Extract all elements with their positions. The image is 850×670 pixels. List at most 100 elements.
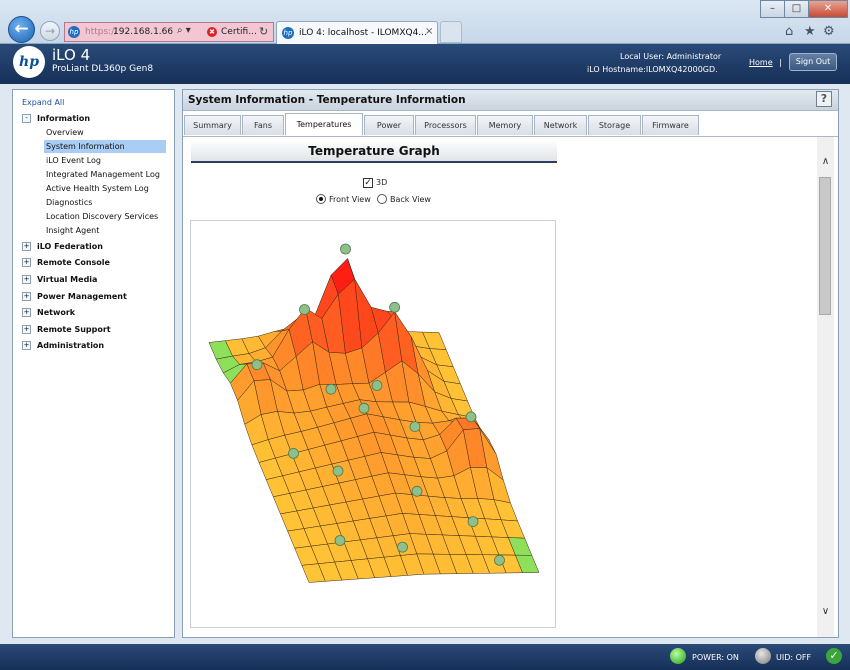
sensor-marker[interactable] — [411, 485, 423, 497]
sidebar-item-diagnostics[interactable]: Diagnostics — [46, 198, 92, 207]
favorites-icon[interactable]: ★ — [804, 24, 816, 39]
sensor-marker[interactable] — [325, 383, 337, 395]
sensor-marker[interactable] — [371, 380, 383, 391]
vertical-scrollbar[interactable]: ∧ ∨ — [817, 137, 834, 637]
sensor-marker[interactable] — [409, 421, 421, 433]
sidebar-item-overview[interactable]: Overview — [46, 128, 84, 137]
home-link[interactable]: Home — [749, 58, 773, 67]
tab-storage[interactable]: Storage — [588, 115, 641, 135]
sidebar-section-network[interactable]: + Network — [22, 308, 75, 317]
temperature-graph[interactable] — [190, 220, 556, 628]
expand-icon[interactable]: + — [22, 275, 31, 284]
sidebar-section-label: Virtual Media — [37, 275, 98, 284]
sensor-marker[interactable] — [299, 304, 310, 315]
expand-icon[interactable]: + — [22, 341, 31, 350]
hp-favicon-icon: hp — [68, 26, 80, 38]
tab-processors[interactable]: Processors — [415, 115, 476, 135]
sensor-marker[interactable] — [334, 535, 346, 546]
hp-favicon-icon: hp — [282, 27, 294, 39]
uid-led-icon[interactable] — [755, 648, 771, 664]
expand-icon[interactable]: + — [22, 325, 31, 334]
sensor-marker[interactable] — [288, 447, 299, 459]
sidebar-section-power-management[interactable]: + Power Management — [22, 292, 127, 301]
browser-tab[interactable]: hp iLO 4: localhost - ILOMXQ4... × — [276, 21, 438, 44]
front-view-radio[interactable] — [316, 194, 326, 204]
ilo-hostname: iLO Hostname:ILOMXQ42000GD. — [587, 65, 718, 74]
close-window-button[interactable]: ✕ — [808, 0, 848, 18]
sidebar-item-integrated-management-log[interactable]: Integrated Management Log — [46, 170, 160, 179]
tab-temperatures[interactable]: Temperatures — [285, 113, 363, 135]
help-button[interactable]: ? — [816, 91, 832, 107]
sidebar-section-virtual-media[interactable]: + Virtual Media — [22, 275, 97, 284]
certificate-error-label[interactable]: Certifi... — [221, 27, 257, 37]
temperature-surface-3d — [208, 243, 540, 583]
gear-icon[interactable]: ⚙ — [823, 24, 835, 39]
sidebar-item-ilo-event-log[interactable]: iLO Event Log — [46, 156, 101, 165]
scroll-up-icon[interactable]: ∧ — [817, 153, 834, 171]
sidebar-item-system-information[interactable]: System Information — [44, 140, 166, 153]
minimize-button[interactable]: – — [760, 0, 785, 18]
sensor-marker[interactable] — [465, 411, 477, 423]
tab-close-icon[interactable]: × — [425, 26, 433, 37]
expand-icon[interactable]: + — [22, 242, 31, 251]
scroll-down-icon[interactable]: ∨ — [817, 603, 834, 621]
back-view-radio[interactable] — [377, 194, 387, 204]
sidebar-section-ilo-federation[interactable]: + iLO Federation — [22, 242, 103, 251]
sensor-marker[interactable] — [494, 554, 505, 566]
address-bar[interactable]: hp https:// 192.168.1.66 ⌕ ▾ ✖ Certifi..… — [64, 22, 274, 42]
sensor-marker[interactable] — [467, 516, 479, 528]
sidebar-section-remote-support[interactable]: + Remote Support — [22, 325, 111, 334]
3d-checkbox[interactable]: ✓ — [363, 178, 373, 188]
search-icon[interactable]: ⌕ ▾ — [177, 25, 191, 36]
sensor-marker[interactable] — [332, 465, 344, 477]
home-icon[interactable]: ⌂ — [785, 24, 793, 39]
sidebar-item-location-discovery-services[interactable]: Location Discovery Services — [46, 212, 158, 221]
sidebar-section-administration[interactable]: + Administration — [22, 341, 104, 350]
ilo-header: hp iLO 4 ProLiant DL360p Gen8 Local User… — [0, 44, 850, 84]
server-model: ProLiant DL360p Gen8 — [52, 64, 154, 74]
tab-summary[interactable]: Summary — [184, 115, 241, 135]
sidebar-section-information[interactable]: - Information — [22, 114, 90, 123]
sign-out-button[interactable]: Sign Out — [789, 53, 837, 71]
scrollbar-thumb[interactable] — [819, 177, 831, 315]
header-separator: | — [779, 58, 782, 67]
expand-icon[interactable]: + — [22, 292, 31, 301]
sidebar-section-label: Administration — [37, 341, 105, 350]
tab-network[interactable]: Network — [534, 115, 587, 135]
expand-all-link[interactable]: Expand All — [22, 98, 64, 107]
tab-title: iLO 4: localhost - ILOMXQ4... — [299, 28, 427, 38]
health-ok-icon: ✓ — [826, 648, 842, 664]
sidebar-section-label: Information — [37, 114, 91, 123]
sidebar-section-remote-console[interactable]: + Remote Console — [22, 258, 110, 267]
sensor-marker[interactable] — [389, 301, 401, 313]
sidebar-section-label: Network — [37, 308, 76, 317]
product-name: iLO 4 — [52, 46, 91, 64]
sensor-marker[interactable] — [251, 359, 263, 371]
sensor-marker[interactable] — [358, 402, 370, 414]
power-led-icon — [670, 648, 686, 664]
hp-logo: hp — [13, 46, 45, 78]
collapse-icon[interactable]: - — [22, 114, 31, 123]
sidebar-item-insight-agent[interactable]: Insight Agent — [46, 226, 99, 235]
reload-icon[interactable]: ↻ — [259, 25, 268, 38]
sidebar-item-active-health-system-log[interactable]: Active Health System Log — [46, 184, 149, 193]
new-tab-button[interactable] — [440, 21, 462, 43]
back-view-label: Back View — [390, 195, 431, 204]
sidebar-section-label: Power Management — [37, 292, 127, 301]
forward-icon[interactable]: → — [40, 21, 60, 41]
tab-power[interactable]: Power — [364, 115, 414, 135]
maximize-button[interactable]: □ — [784, 0, 809, 18]
tab-memory[interactable]: Memory — [477, 115, 533, 135]
page-title: System Information - Temperature Informa… — [183, 90, 838, 111]
tab-firmware[interactable]: Firmware — [642, 115, 699, 135]
graph-title: Temperature Graph — [191, 141, 557, 163]
status-bar: POWER: ON UID: OFF ✓ — [0, 644, 850, 670]
sensor-marker[interactable] — [340, 243, 351, 255]
expand-icon[interactable]: + — [22, 308, 31, 317]
expand-icon[interactable]: + — [22, 258, 31, 267]
tab-fans[interactable]: Fans — [242, 115, 284, 135]
back-icon[interactable]: ← — [8, 16, 35, 43]
main-panel: System Information - Temperature Informa… — [182, 89, 839, 638]
sensor-marker[interactable] — [397, 541, 408, 553]
3d-checkbox-label: 3D — [376, 178, 388, 187]
